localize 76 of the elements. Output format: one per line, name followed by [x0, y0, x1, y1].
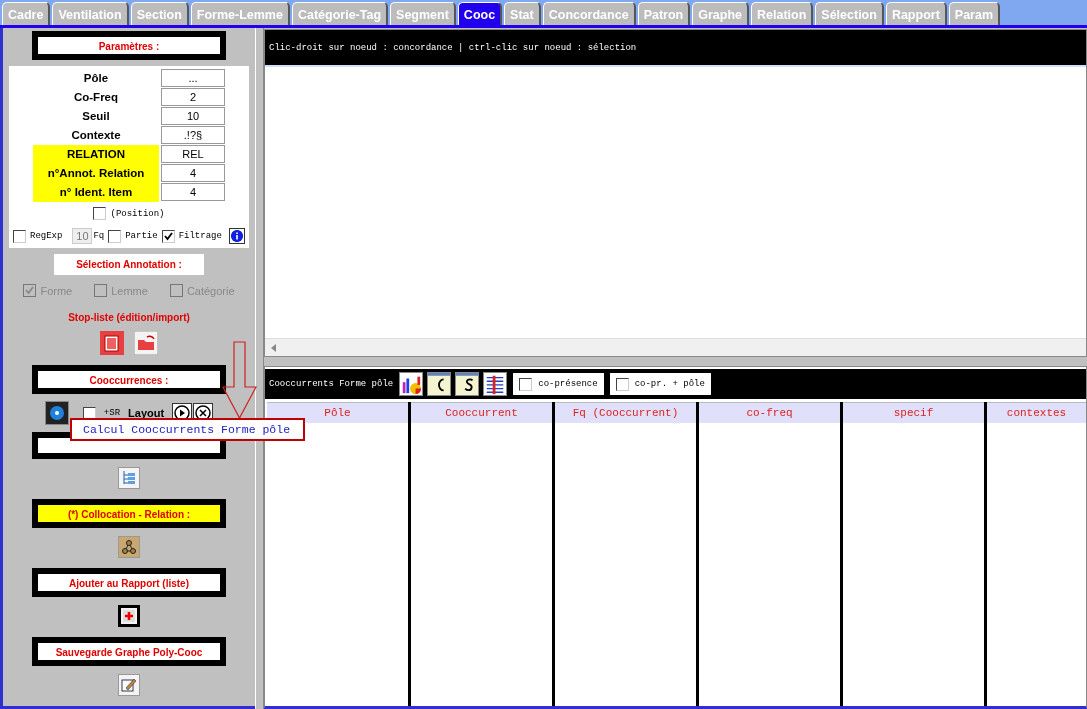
unit-label: Fq	[93, 231, 105, 241]
section-header: Stop-liste (édition/import)	[68, 312, 190, 323]
parameter-field[interactable]: 10	[161, 107, 225, 125]
splitter[interactable]	[255, 28, 264, 709]
checkbox-label: co-présence	[538, 379, 598, 389]
parameter-field[interactable]: 4	[161, 164, 225, 182]
tab[interactable]: Sélection	[815, 2, 884, 25]
section-header: Cooccurrences :	[32, 365, 226, 394]
parameter-label: Co-Freq	[72, 90, 120, 105]
tab[interactable]: Relation	[751, 2, 814, 25]
tab[interactable]: Concordance	[542, 2, 636, 25]
section-header: Sélection Annotation :	[54, 254, 204, 275]
checkbox-label: Catégorie	[186, 284, 235, 297]
checkbox[interactable]	[519, 377, 533, 391]
checkbox[interactable]	[13, 229, 26, 243]
tab[interactable]: Segment	[390, 2, 456, 25]
tab[interactable]: Cadre	[2, 2, 51, 25]
tab[interactable]: Graphe	[692, 2, 749, 25]
parameter-field[interactable]: 2	[161, 88, 225, 106]
tab[interactable]: Catégorie-Tag	[291, 2, 389, 25]
layout-label: Layout	[128, 407, 165, 419]
parameter-label: n°Annot. Relation	[33, 164, 159, 183]
hint-text: Clic-droit sur noeud : concordance | ctrl-clic sur noeud : sélection	[269, 42, 637, 53]
edit-icon[interactable]	[118, 674, 140, 696]
parameter-field[interactable]: REL	[161, 145, 225, 163]
tree-list-icon[interactable]	[118, 467, 140, 489]
checkbox[interactable]	[108, 229, 122, 243]
checkbox-label: +SR	[103, 408, 121, 418]
tooltip: Calcul Cooccurrents Forme pôle	[70, 418, 305, 441]
column-header[interactable]: Pôle	[267, 402, 408, 423]
parameter-field[interactable]: 4	[161, 183, 225, 201]
tab[interactable]: Forme-Lemme	[190, 2, 290, 25]
info-button[interactable]	[229, 228, 245, 244]
add-icon[interactable]	[118, 605, 140, 627]
section-header: Paramètres :	[32, 31, 226, 60]
table-s-icon[interactable]	[455, 372, 480, 396]
checkbox[interactable]	[93, 207, 107, 220]
tab[interactable]: Cooc	[457, 2, 503, 25]
folder-icon[interactable]	[134, 331, 158, 355]
section-header: Ajouter au Rapport (liste)	[32, 568, 226, 597]
chart-icon[interactable]	[399, 372, 424, 396]
checkbox-label: Partie	[125, 231, 158, 241]
notepad-icon[interactable]	[100, 331, 124, 355]
parameter-field[interactable]: ...	[161, 69, 225, 87]
horizontal-scrollbar[interactable]	[265, 338, 1086, 356]
tab[interactable]: Param	[948, 2, 1001, 25]
tab[interactable]: Ventilation	[52, 2, 129, 25]
parameter-label: n° Ident. Item	[33, 183, 159, 202]
tab[interactable]: Stat	[504, 2, 541, 25]
parameter-label: RELATION	[33, 145, 159, 164]
parameter-label: Seuil	[81, 109, 111, 124]
checkbox-label: Filtrage	[178, 231, 222, 241]
list-icon[interactable]	[483, 372, 508, 396]
checkbox-label: RegExp	[30, 231, 63, 241]
checkbox[interactable]	[615, 377, 629, 391]
tab[interactable]: Patron	[637, 2, 691, 25]
section-header: Sauvegarde Graphe Poly-Cooc	[32, 637, 226, 666]
checkbox-label: (Position)	[110, 208, 165, 219]
checkbox[interactable]	[161, 229, 175, 243]
scroll-left-icon[interactable]	[271, 343, 276, 352]
network-icon[interactable]	[118, 536, 140, 558]
parameter-label: Pôle	[82, 71, 110, 86]
tab[interactable]: Rapport	[885, 2, 947, 25]
column-header[interactable]: Cooccurrent	[411, 402, 552, 423]
tab[interactable]: Section	[130, 2, 189, 25]
column-header[interactable]: Fq (Cooccurrent)	[555, 402, 696, 423]
checkbox-label: co-pr. + pôle	[634, 379, 705, 389]
pane-title: Cooccurrents Forme pôle	[269, 379, 394, 389]
checkbox-label: Forme	[40, 284, 73, 297]
column-header[interactable]: contextes	[987, 402, 1086, 423]
column-header[interactable]: co-freq	[699, 402, 840, 423]
parameter-field[interactable]: .!?§	[161, 126, 225, 144]
section-header: (*) Collocation - Relation :	[32, 499, 226, 528]
parameter-label: Contexte	[70, 128, 122, 143]
column-header[interactable]: specif	[843, 402, 984, 423]
table-c-icon[interactable]	[427, 372, 452, 396]
